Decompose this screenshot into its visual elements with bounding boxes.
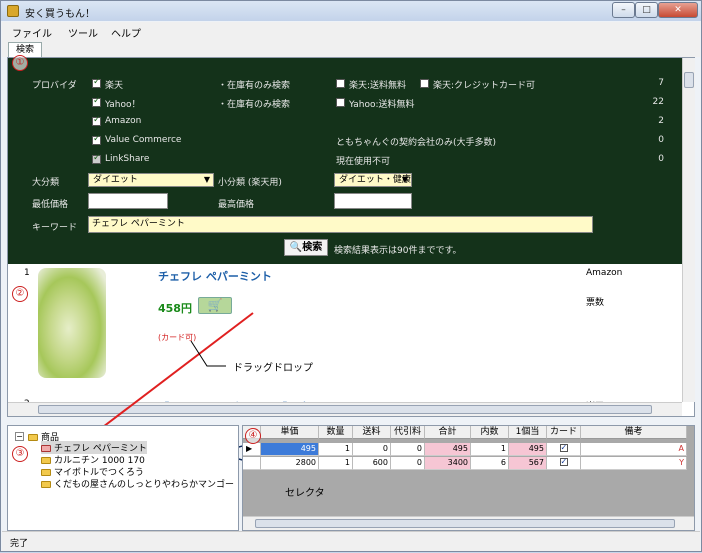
checkbox-icon	[559, 442, 568, 454]
grid-header[interactable]: 1個当	[509, 426, 547, 439]
annotation-marker-4: ④	[245, 428, 261, 444]
grid-cell[interactable]: 3400	[425, 457, 471, 470]
grid-header[interactable]: 内数	[471, 426, 509, 439]
row-selector[interactable]: ▶	[243, 443, 261, 456]
grid-cell[interactable]: 0	[391, 443, 425, 456]
grid-header[interactable]: 代引料	[391, 426, 425, 439]
main-window: 安く買うもん！ – □ ✕ ファイル ツール ヘルプ 検索 プロバイダ 楽天 ・…	[0, 0, 702, 552]
grid-cell[interactable]: 6	[471, 457, 509, 470]
grid-header[interactable]: 送料	[353, 426, 391, 439]
folder-icon	[41, 445, 51, 452]
grid-cell[interactable]: 1	[471, 443, 509, 456]
status-bar: 完了	[2, 531, 700, 551]
price-grid: 単価 数量 送料 代引料 合計 内数 1個当 カード 備考 ▶ 495 1 0 …	[242, 425, 695, 531]
annotation-marker-3: ③	[12, 446, 28, 462]
grid-cell[interactable]: 495	[425, 443, 471, 456]
grid-header[interactable]: カード	[547, 426, 581, 439]
folder-icon	[28, 434, 38, 441]
grid-cell[interactable]: 495	[509, 443, 547, 456]
grid-cell[interactable]: A	[581, 443, 687, 456]
grid-card-checkbox[interactable]	[547, 456, 581, 470]
folder-icon	[41, 469, 51, 476]
drag-callout-line	[190, 340, 226, 367]
product-tree: − 商品 チェフレ ペパーミント カルニチン 1000 170 マイボトルでつく…	[7, 425, 239, 531]
grid-header[interactable]: 数量	[319, 426, 353, 439]
scrollbar-thumb[interactable]	[255, 519, 675, 528]
tree-collapse-toggle[interactable]: −	[15, 432, 24, 441]
grid-header[interactable]: 合計	[425, 426, 471, 439]
grid-cell[interactable]: 2800	[261, 457, 319, 470]
grid-header[interactable]: 単価	[261, 426, 319, 439]
drag-drop-annotation: ドラッグドロップ	[233, 363, 313, 374]
status-text: 完了	[10, 539, 29, 549]
grid-card-checkbox[interactable]	[547, 442, 581, 456]
grid-cell[interactable]: 495	[261, 443, 319, 456]
tree-item-label: くだもの屋さんのしっとりやわらかマンゴー	[54, 480, 235, 490]
drag-arrow-line	[94, 312, 254, 434]
selector-annotation: セレクタ	[285, 488, 325, 499]
row-selector[interactable]	[243, 457, 261, 470]
tree-item[interactable]: くだもの屋さんのしっとりやわらかマンゴー	[41, 477, 234, 490]
grid-horizontal-scrollbar[interactable]	[243, 516, 694, 530]
folder-icon	[41, 481, 51, 488]
checkbox-icon	[559, 456, 568, 468]
folder-icon	[41, 457, 51, 464]
grid-cell[interactable]: 567	[509, 457, 547, 470]
grid-cell[interactable]: 0	[353, 443, 391, 456]
grid-cell[interactable]: 1	[319, 443, 353, 456]
grid-cell[interactable]: 1	[319, 457, 353, 470]
grid-header[interactable]: 備考	[581, 426, 687, 439]
grid-cell[interactable]: 600	[353, 457, 391, 470]
grid-cell[interactable]: Y	[581, 457, 687, 470]
grid-cell[interactable]: 0	[391, 457, 425, 470]
